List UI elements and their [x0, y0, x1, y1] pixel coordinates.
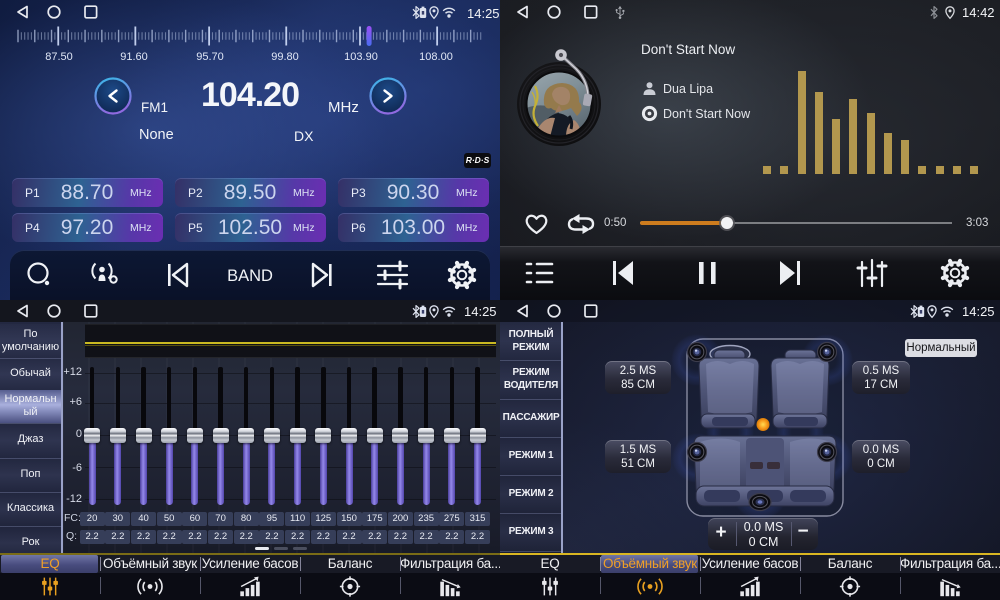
- svg-text:BAND: BAND: [227, 267, 273, 285]
